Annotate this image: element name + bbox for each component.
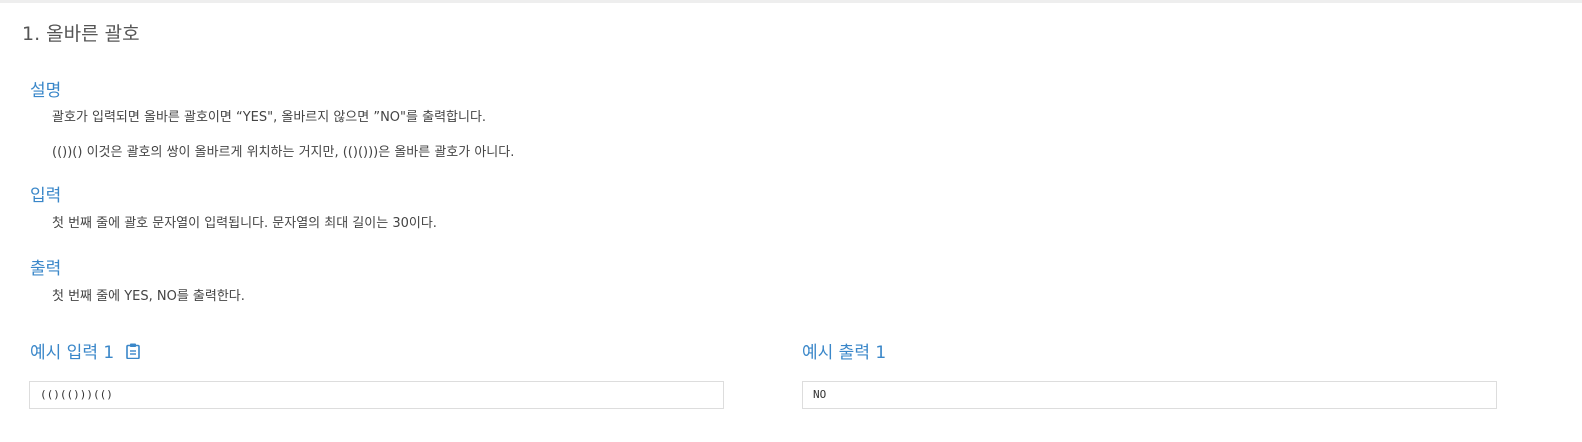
output-description: 첫 번째 줄에 YES, NO를 출력한다. [52,289,245,304]
sample-output-label: 예시 출력 1 [802,343,887,363]
input-description: 첫 번째 줄에 괄호 문자열이 입력됩니다. 문자열의 최대 길이는 30이다. [52,216,437,231]
sample-output-box[interactable]: NO [802,381,1497,409]
description-paragraph-1: 괄호가 입력되면 올바른 괄호이면 “YES", 올바르지 않으면 ”NO"를 … [52,110,487,125]
sample-input-label: 예시 입력 1 [30,343,115,363]
top-divider [0,0,1582,3]
input-heading: 입력 [30,186,62,206]
sample-output-title: 예시 출력 1 [802,338,886,363]
sample-input-box[interactable]: (()(()))(() [29,381,724,409]
sample-input-title: 예시 입력 1 [30,338,140,363]
clipboard-icon[interactable] [126,343,140,359]
output-heading: 출력 [30,259,62,279]
description-heading: 설명 [30,81,62,101]
description-paragraph-2: (())() 이것은 괄호의 쌍이 올바르게 위치하는 거지만, (()()))… [52,145,515,160]
problem-title: 1. 올바른 괄호 [22,23,140,45]
